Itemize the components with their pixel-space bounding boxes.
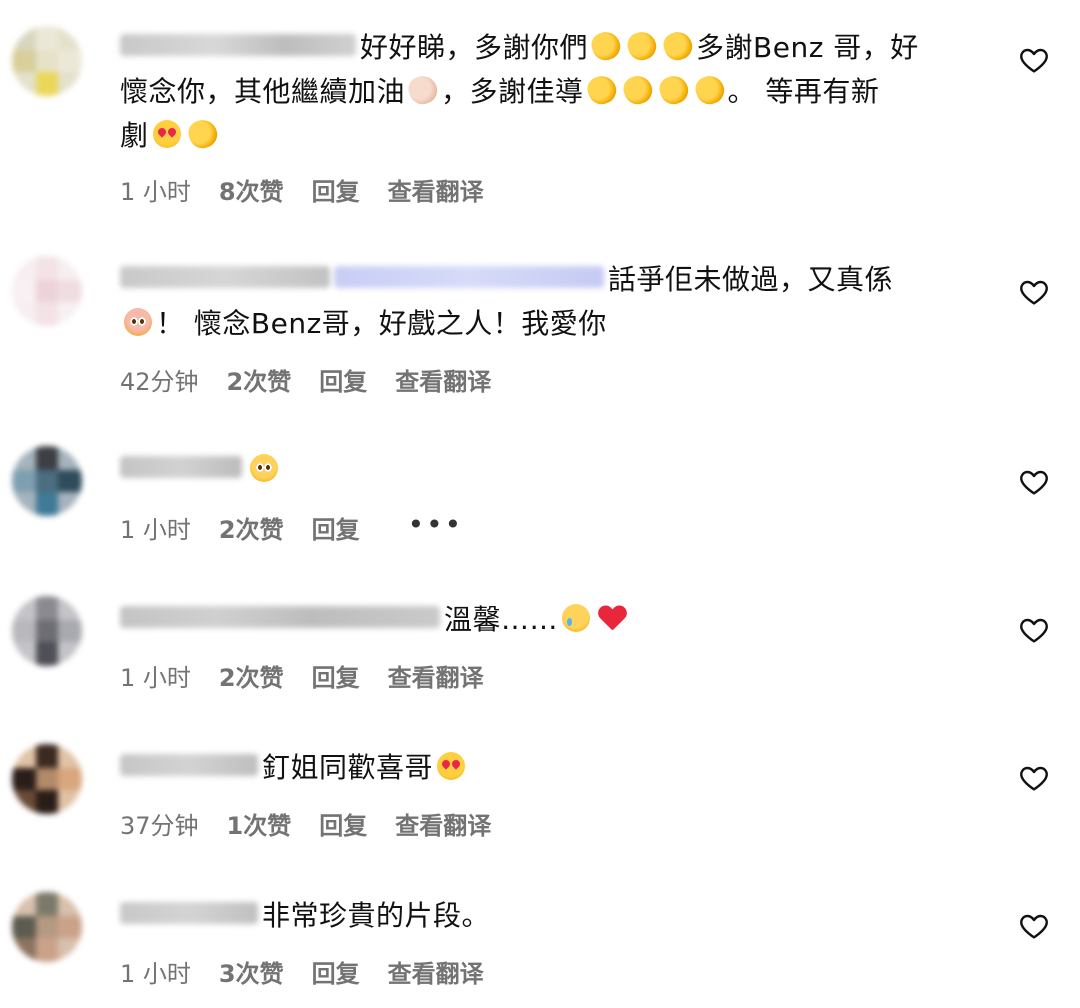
- face-holding-back-tears-emoji-icon: [562, 604, 591, 632]
- pleading-face-emoji-icon: [124, 308, 152, 336]
- like-heart-icon[interactable]: [1018, 910, 1050, 942]
- comment-text: 非常珍貴的片段。: [262, 899, 491, 932]
- comment-text: 劇: [120, 119, 149, 152]
- comment-meta: 1 小时 8次赞 回复 查看翻译: [120, 172, 512, 207]
- see-translation-button[interactable]: 查看翻译: [388, 658, 484, 693]
- reply-button[interactable]: 回复: [319, 806, 367, 841]
- comment-body: 非常珍貴的片段。: [120, 894, 980, 938]
- blurred-username[interactable]: [120, 902, 258, 924]
- like-count-button[interactable]: 2次赞: [219, 658, 284, 693]
- comment-meta: 1 小时 2次赞 回复 •••: [120, 508, 491, 545]
- comment-text-line: [120, 448, 980, 492]
- clapping-hands-emoji-icon: [619, 72, 656, 108]
- see-translation-button[interactable]: 查看翻译: [395, 806, 491, 841]
- avatar[interactable]: [12, 744, 82, 814]
- comment-text-line: 話爭佢未做過，又真係: [120, 258, 980, 302]
- comment-feed: 好好睇，多謝你們 多謝Benz 哥，好 懷念你，其他繼續加油 ，多謝佳導 。 等再有新…: [0, 0, 1080, 1008]
- clapping-hands-emoji-icon: [583, 72, 620, 108]
- comment-text: 懷念你，其他繼續加油: [120, 75, 406, 108]
- like-heart-icon[interactable]: [1018, 44, 1050, 76]
- red-heart-emoji-icon: [598, 604, 626, 632]
- heart-eyes-emoji-icon: [152, 120, 181, 148]
- comment-text: 多謝Benz 哥，好: [696, 31, 919, 64]
- like-count-button[interactable]: 2次赞: [227, 362, 292, 397]
- comment-text: ！ 懷念Benz哥，好戲之人！我愛你: [156, 307, 607, 340]
- comment-time: 1 小时: [120, 664, 191, 692]
- avatar[interactable]: [12, 892, 82, 962]
- blurred-username[interactable]: [120, 754, 258, 776]
- comment-text: 。 等再有新: [727, 75, 880, 108]
- like-heart-icon[interactable]: [1018, 466, 1050, 498]
- comment-text-line: 溫馨……: [120, 598, 980, 642]
- clapping-hands-emoji-icon: [655, 72, 692, 108]
- comment-meta: 37分钟 1次赞 回复 查看翻译: [120, 806, 519, 841]
- more-options-icon[interactable]: •••: [408, 508, 464, 541]
- comment-body: 好好睇，多謝你們 多謝Benz 哥，好 懷念你，其他繼續加油 ，多謝佳導 。 等再有新…: [120, 26, 980, 158]
- comment-text-line: 好好睇，多謝你們 多謝Benz 哥，好: [120, 26, 980, 70]
- clapping-hands-emoji-icon: [184, 116, 221, 152]
- like-heart-icon[interactable]: [1018, 614, 1050, 646]
- reply-button[interactable]: 回复: [312, 172, 360, 207]
- blurred-username[interactable]: [120, 266, 330, 288]
- blurred-mention[interactable]: [334, 266, 604, 288]
- pleading-face-emoji-icon: [250, 454, 278, 482]
- see-translation-button[interactable]: 查看翻译: [395, 362, 491, 397]
- reply-button[interactable]: 回复: [312, 658, 360, 693]
- comment-text-line: 釘姐同歡喜哥: [120, 746, 980, 790]
- comment-text-line: ！ 懷念Benz哥，好戲之人！我愛你: [120, 302, 980, 346]
- avatar[interactable]: [12, 446, 82, 516]
- clapping-hands-light-emoji-icon: [405, 72, 441, 108]
- heart-eyes-emoji-icon: [437, 752, 466, 780]
- like-count-button[interactable]: 8次赞: [219, 172, 284, 207]
- reply-button[interactable]: 回复: [312, 954, 360, 989]
- blurred-username[interactable]: [120, 606, 440, 628]
- like-heart-icon[interactable]: [1018, 276, 1050, 308]
- avatar[interactable]: [12, 256, 82, 326]
- reply-button[interactable]: 回复: [312, 510, 360, 545]
- like-count-button[interactable]: 2次赞: [219, 510, 284, 545]
- comment-body: [120, 448, 980, 492]
- clapping-hands-emoji-icon: [660, 28, 696, 64]
- comment-text: 釘姐同歡喜哥: [262, 751, 434, 784]
- comment-body: 話爭佢未做過，又真係 ！ 懷念Benz哥，好戲之人！我愛你: [120, 258, 980, 346]
- clapping-hands-emoji-icon: [691, 72, 728, 108]
- comment-meta: 1 小时 3次赞 回复 查看翻译: [120, 954, 512, 989]
- like-count-button[interactable]: 1次赞: [227, 806, 292, 841]
- comment-meta: 42分钟 2次赞 回复 查看翻译: [120, 362, 519, 397]
- like-count-button[interactable]: 3次赞: [219, 954, 284, 989]
- blurred-username[interactable]: [120, 456, 242, 478]
- see-translation-button[interactable]: 查看翻译: [388, 172, 484, 207]
- comment-text-line: 劇: [120, 114, 980, 158]
- comment-text: ，多謝佳導: [441, 75, 584, 108]
- comment-text-line: 懷念你，其他繼續加油 ，多謝佳導 。 等再有新: [120, 70, 980, 114]
- blurred-username[interactable]: [120, 34, 356, 56]
- comment-meta: 1 小时 2次赞 回复 查看翻译: [120, 658, 512, 693]
- comment-text: 話爭佢未做過，又真係: [608, 263, 894, 296]
- comment-text: 好好睇，多謝你們: [360, 31, 589, 64]
- like-heart-icon[interactable]: [1018, 762, 1050, 794]
- see-translation-button[interactable]: 查看翻译: [388, 954, 484, 989]
- comment-time: 42分钟: [120, 368, 199, 396]
- comment-time: 1 小时: [120, 960, 191, 988]
- comment-body: 溫馨……: [120, 598, 980, 642]
- reply-button[interactable]: 回复: [319, 362, 367, 397]
- comment-time: 1 小时: [120, 516, 191, 544]
- avatar[interactable]: [12, 26, 82, 96]
- avatar[interactable]: [12, 596, 82, 666]
- comment-text: 溫馨……: [444, 603, 559, 636]
- comment-text-line: 非常珍貴的片段。: [120, 894, 980, 938]
- clapping-hands-emoji-icon: [588, 28, 624, 64]
- clapping-hands-emoji-icon: [624, 28, 660, 64]
- comment-body: 釘姐同歡喜哥: [120, 746, 980, 790]
- comment-time: 37分钟: [120, 812, 199, 840]
- comment-time: 1 小时: [120, 178, 191, 206]
